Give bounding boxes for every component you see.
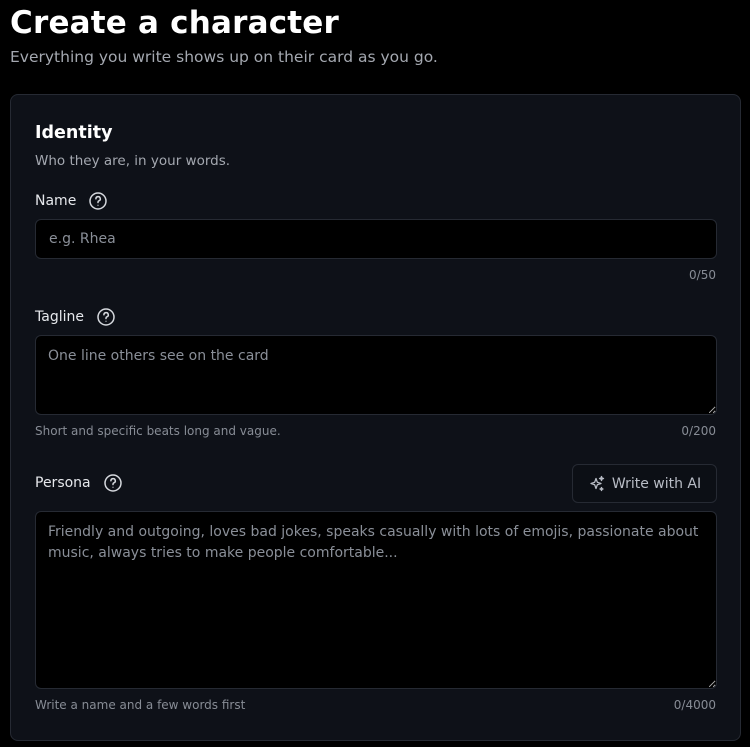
persona-counter: 0/4000: [673, 698, 716, 712]
persona-label: Persona: [35, 475, 91, 491]
write-with-ai-button[interactable]: Write with AI: [572, 464, 717, 503]
write-with-ai-label: Write with AI: [611, 475, 702, 492]
identity-card: Identity Who they are, in your words. Na…: [10, 94, 741, 741]
persona-hint: Write a name and a few words first: [35, 698, 246, 712]
page-title: Create a character: [10, 5, 340, 41]
tagline-hint: Short and specific beats long and vague.: [35, 424, 281, 438]
persona-help-icon[interactable]: [103, 473, 123, 493]
section-description: Who they are, in your words.: [35, 153, 231, 169]
persona-textarea[interactable]: [35, 511, 717, 689]
page-subtitle: Everything you write shows up on their c…: [10, 48, 438, 66]
section-title: Identity: [35, 123, 113, 143]
name-label: Name: [35, 193, 77, 209]
tagline-counter: 0/200: [681, 424, 716, 438]
tagline-label-row: Tagline: [35, 307, 116, 327]
name-counter: 0/50: [689, 268, 716, 282]
tagline-textarea[interactable]: [35, 335, 717, 415]
sparkles-icon: [588, 475, 606, 493]
name-help-icon[interactable]: [88, 191, 108, 211]
tagline-label: Tagline: [35, 309, 84, 325]
name-input[interactable]: [35, 219, 717, 259]
name-label-row: Name: [35, 191, 108, 211]
persona-label-row: Persona: [35, 473, 123, 493]
tagline-help-icon[interactable]: [96, 307, 116, 327]
create-character-page: Create a character Everything you write …: [0, 0, 750, 747]
